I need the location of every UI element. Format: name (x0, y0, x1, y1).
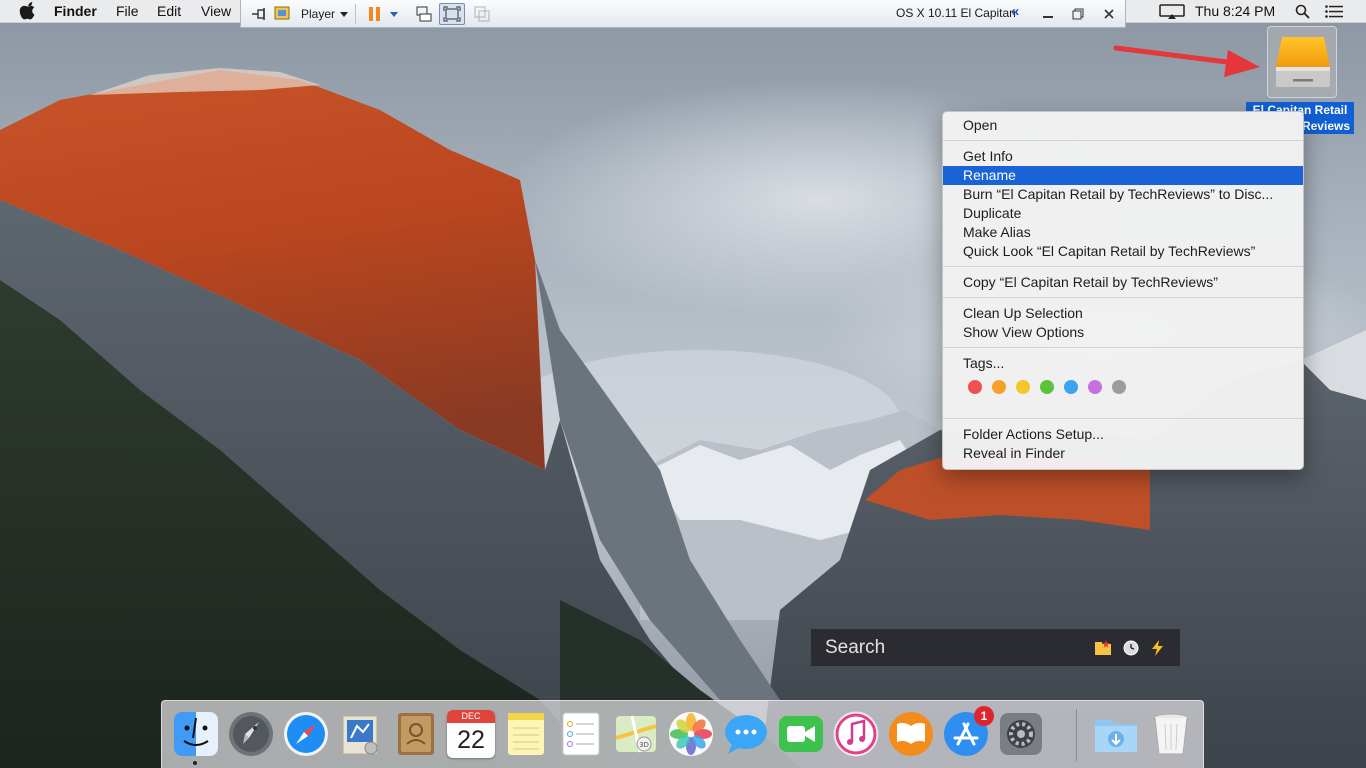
menu-separator (943, 140, 1303, 141)
tag-blue-dot[interactable] (1064, 380, 1078, 394)
menu-item-show-view-options[interactable]: Show View Options (943, 323, 1303, 342)
minimize-button[interactable] (1038, 3, 1058, 25)
menu-separator (943, 418, 1303, 419)
chevron-down-icon (390, 12, 398, 17)
menu-item-reveal-in-finder[interactable]: Reveal in Finder (943, 444, 1303, 463)
tag-yellow-dot[interactable] (1016, 380, 1030, 394)
menu-item-folder-actions-setup[interactable]: Folder Actions Setup... (943, 425, 1303, 444)
player-menu-button[interactable]: Player (299, 3, 351, 25)
pin-toolbar-button[interactable] (249, 3, 271, 25)
mail-icon[interactable] (337, 710, 385, 758)
finder-running-indicator (193, 761, 197, 765)
restore-icon (1072, 8, 1084, 20)
menubar-clock[interactable]: Thu 8:24 PM (1195, 2, 1275, 20)
downloads-folder-icon[interactable] (1092, 710, 1140, 758)
unity-icon (474, 6, 490, 22)
menu-separator (943, 297, 1303, 298)
external-drive-icon (1276, 37, 1330, 87)
tag-color-row (943, 373, 1303, 401)
facetime-icon[interactable] (777, 710, 825, 758)
menu-file[interactable]: File (116, 2, 139, 20)
send-keys-icon (416, 6, 432, 22)
folder-star-icon[interactable] (1094, 639, 1112, 657)
app-store-item[interactable]: 1 (942, 706, 994, 758)
calendar-icon[interactable]: DEC 22 (447, 710, 495, 758)
safari-icon[interactable] (282, 710, 330, 758)
drive-selection-box (1267, 26, 1337, 98)
tag-green-dot[interactable] (1040, 380, 1054, 394)
calendar-day: 22 (457, 726, 485, 754)
close-button[interactable] (1099, 3, 1119, 25)
menu-item-rename[interactable]: Rename (943, 166, 1303, 185)
photos-icon[interactable] (667, 710, 715, 758)
contacts-icon[interactable] (392, 710, 440, 758)
menu-finder[interactable]: Finder (54, 2, 97, 20)
notification-center-icon[interactable] (1325, 5, 1343, 18)
pause-button[interactable] (365, 3, 385, 25)
menu-view[interactable]: View (201, 2, 231, 20)
itunes-icon[interactable] (832, 710, 880, 758)
red-arrow-annotation (1113, 45, 1260, 77)
clock-icon[interactable] (1122, 639, 1140, 657)
vm-name: OS X 10.11 El Capitan (896, 6, 1016, 20)
pause-icon (369, 7, 380, 21)
airplay-display-icon[interactable] (1159, 4, 1185, 20)
fullscreen-button[interactable] (439, 3, 465, 25)
menu-separator (943, 347, 1303, 348)
apple-menu-icon[interactable] (18, 2, 38, 20)
unity-button[interactable] (471, 3, 493, 25)
svg-text:3D: 3D (639, 741, 649, 749)
power-options-dropdown[interactable] (387, 3, 401, 25)
context-menu: Open Get Info Rename Burn “El Capitan Re… (942, 111, 1304, 470)
menu-item-duplicate[interactable]: Duplicate (943, 204, 1303, 223)
restore-button[interactable] (1068, 3, 1088, 25)
menu-item-tags[interactable]: Tags... (943, 354, 1303, 373)
send-ctrl-alt-del-button[interactable] (413, 3, 435, 25)
menu-item-get-info[interactable]: Get Info (943, 147, 1303, 166)
search-input[interactable] (811, 636, 1071, 659)
maps-icon[interactable]: 3D (612, 710, 660, 758)
finder-icon[interactable] (172, 710, 220, 758)
search-bar (811, 629, 1180, 666)
drive-name-line2: Reviews (1297, 118, 1354, 134)
app-store-badge: 1 (974, 706, 994, 726)
notes-icon[interactable] (502, 710, 550, 758)
dock-divider (1076, 709, 1077, 761)
menu-item-copy[interactable]: Copy “El Capitan Retail by TechReviews” (943, 273, 1303, 292)
dock: DEC 22 3D 1 (161, 700, 1204, 768)
pin-icon (252, 8, 265, 20)
menu-separator (943, 266, 1303, 267)
vm-library-button[interactable] (273, 3, 293, 25)
ibooks-icon[interactable] (887, 710, 935, 758)
vm-player-toolbar: Player OS X 10.11 El Capitan « (240, 0, 1126, 28)
player-menu-label: Player (300, 7, 335, 21)
tag-gray-dot[interactable] (1112, 380, 1126, 394)
tag-purple-dot[interactable] (1088, 380, 1102, 394)
tag-red-dot[interactable] (968, 380, 982, 394)
launchpad-icon[interactable] (227, 710, 275, 758)
spotlight-search-icon[interactable] (1295, 4, 1310, 19)
calendar-month: DEC (447, 710, 495, 723)
toolbar-separator (355, 4, 356, 24)
messages-icon[interactable] (722, 710, 770, 758)
vm-library-icon (274, 6, 290, 20)
fullscreen-icon (443, 6, 461, 22)
menu-item-make-alias[interactable]: Make Alias (943, 223, 1303, 242)
collapse-toolbar-button[interactable]: « (1011, 3, 1019, 20)
reminders-icon[interactable] (557, 710, 605, 758)
menu-item-quick-look[interactable]: Quick Look “El Capitan Retail by TechRev… (943, 242, 1303, 261)
tag-orange-dot[interactable] (992, 380, 1006, 394)
close-icon (1104, 9, 1114, 19)
menu-item-burn-to-disc[interactable]: Burn “El Capitan Retail by TechReviews” … (943, 185, 1303, 204)
minimize-icon (1043, 16, 1053, 18)
trash-icon[interactable] (1147, 710, 1195, 758)
menu-item-open[interactable]: Open (943, 116, 1303, 135)
lightning-icon[interactable] (1149, 639, 1167, 657)
menu-edit[interactable]: Edit (157, 2, 181, 20)
menu-item-clean-up-selection[interactable]: Clean Up Selection (943, 304, 1303, 323)
system-preferences-icon[interactable] (997, 710, 1045, 758)
chevron-down-icon (340, 12, 348, 17)
